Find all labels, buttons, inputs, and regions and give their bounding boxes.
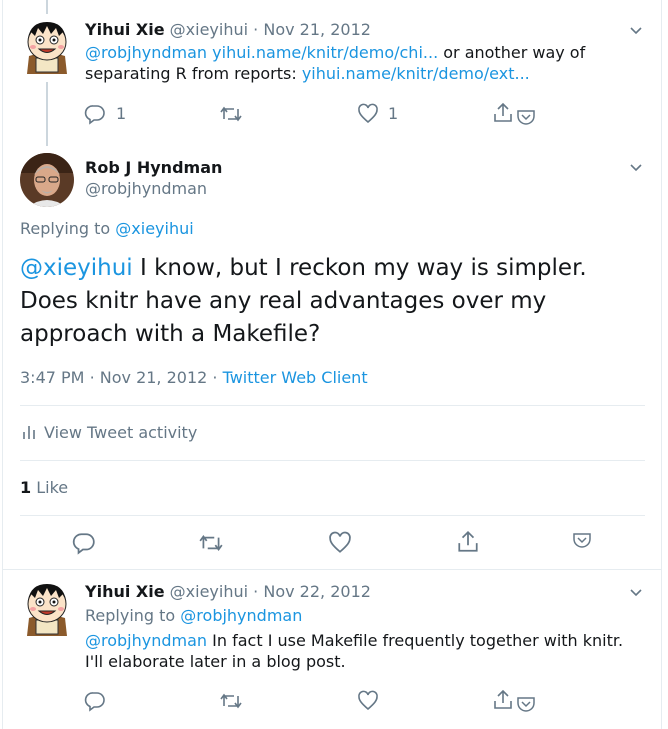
like-count: 1 bbox=[388, 104, 399, 123]
heart-icon[interactable] bbox=[357, 103, 379, 129]
share-icon[interactable] bbox=[492, 689, 514, 715]
replying-handle-link[interactable]: @robjhyndman bbox=[180, 606, 302, 625]
reply-icon[interactable] bbox=[84, 103, 106, 129]
share-icon[interactable] bbox=[492, 102, 514, 128]
replying-to: Replying to @robjhyndman bbox=[85, 606, 302, 625]
heart-icon[interactable] bbox=[357, 690, 379, 716]
url-link[interactable]: yihui.name/knitr/demo/chi... bbox=[212, 43, 438, 62]
tweet-separator bbox=[2, 569, 662, 570]
mention-link[interactable]: @xieyihui bbox=[20, 255, 133, 281]
thread-line bbox=[46, 82, 48, 146]
tweet-date[interactable]: Nov 22, 2012 bbox=[263, 582, 371, 601]
divider bbox=[20, 515, 645, 516]
retweet-icon[interactable] bbox=[219, 103, 243, 129]
chevron-down-icon[interactable] bbox=[628, 159, 644, 179]
separator-dot: · bbox=[89, 368, 95, 387]
author-name[interactable]: Rob J Hyndman bbox=[85, 158, 222, 177]
avatar[interactable] bbox=[21, 18, 73, 74]
client-link[interactable]: Twitter Web Client bbox=[223, 368, 368, 387]
replying-handle-link[interactable]: @xieyihui bbox=[115, 219, 193, 238]
tweet-header: Yihui Xie @xieyihui · Nov 21, 2012 bbox=[85, 20, 371, 39]
reply-icon[interactable] bbox=[72, 531, 96, 559]
chevron-down-icon[interactable] bbox=[628, 584, 644, 604]
tweet-text: @robjhyndman yihui.name/knitr/demo/chi..… bbox=[85, 42, 625, 84]
author-name[interactable]: Yihui Xie bbox=[85, 20, 165, 39]
author-handle[interactable]: @xieyihui bbox=[170, 20, 248, 39]
reply-count: 1 bbox=[116, 104, 127, 123]
bar-chart-icon bbox=[20, 424, 38, 444]
mention-link[interactable]: @robjhyndman bbox=[85, 631, 207, 650]
tweet-metadata: 3:47 PM · Nov 21, 2012 · Twitter Web Cli… bbox=[20, 368, 368, 387]
author-name[interactable]: Yihui Xie bbox=[85, 582, 165, 601]
like-stat-label: Like bbox=[36, 478, 69, 497]
main-tweet-text: @xieyihui I know, but I reckon my way is… bbox=[20, 252, 645, 351]
pocket-icon[interactable] bbox=[572, 531, 592, 553]
tweet-date[interactable]: Nov 21, 2012 bbox=[263, 20, 371, 39]
divider bbox=[20, 405, 645, 406]
replying-prefix: Replying to bbox=[20, 219, 116, 238]
url-link[interactable]: yihui.name/knitr/demo/ext... bbox=[302, 64, 530, 83]
view-activity-link[interactable]: View Tweet activity bbox=[20, 423, 197, 444]
avatar[interactable] bbox=[20, 153, 74, 207]
reply-icon[interactable] bbox=[84, 690, 106, 716]
like-stat-count: 1 bbox=[20, 478, 32, 497]
mention-link[interactable]: @robjhyndman bbox=[85, 43, 207, 62]
chevron-down-icon[interactable] bbox=[628, 22, 644, 42]
heart-icon[interactable] bbox=[328, 531, 352, 559]
pocket-icon[interactable] bbox=[516, 108, 536, 130]
retweet-icon[interactable] bbox=[198, 531, 224, 559]
thread-line-top bbox=[46, 0, 48, 14]
replying-prefix: Replying to bbox=[85, 606, 181, 625]
separator-dot: · bbox=[253, 20, 259, 39]
divider bbox=[20, 460, 645, 461]
share-icon[interactable] bbox=[456, 530, 480, 558]
retweet-icon[interactable] bbox=[219, 690, 243, 716]
tweet-date: Nov 21, 2012 bbox=[99, 368, 208, 387]
avatar[interactable] bbox=[21, 580, 73, 636]
tweet-time: 3:47 PM bbox=[20, 368, 85, 387]
author-handle[interactable]: @xieyihui bbox=[170, 582, 248, 601]
pocket-icon[interactable] bbox=[516, 695, 536, 717]
tweet-header: Yihui Xie @xieyihui · Nov 22, 2012 bbox=[85, 582, 371, 601]
view-activity-label[interactable]: View Tweet activity bbox=[44, 423, 197, 442]
like-stats[interactable]: 1 Like bbox=[20, 478, 68, 497]
author-handle[interactable]: @robjhyndman bbox=[85, 179, 207, 198]
tweet-text: @robjhyndman In fact I use Makefile freq… bbox=[85, 630, 640, 672]
separator-dot: · bbox=[253, 582, 259, 601]
separator-dot: · bbox=[212, 368, 218, 387]
author-name-text[interactable]: Rob J Hyndman bbox=[85, 158, 222, 177]
replying-to: Replying to @xieyihui bbox=[20, 219, 194, 238]
